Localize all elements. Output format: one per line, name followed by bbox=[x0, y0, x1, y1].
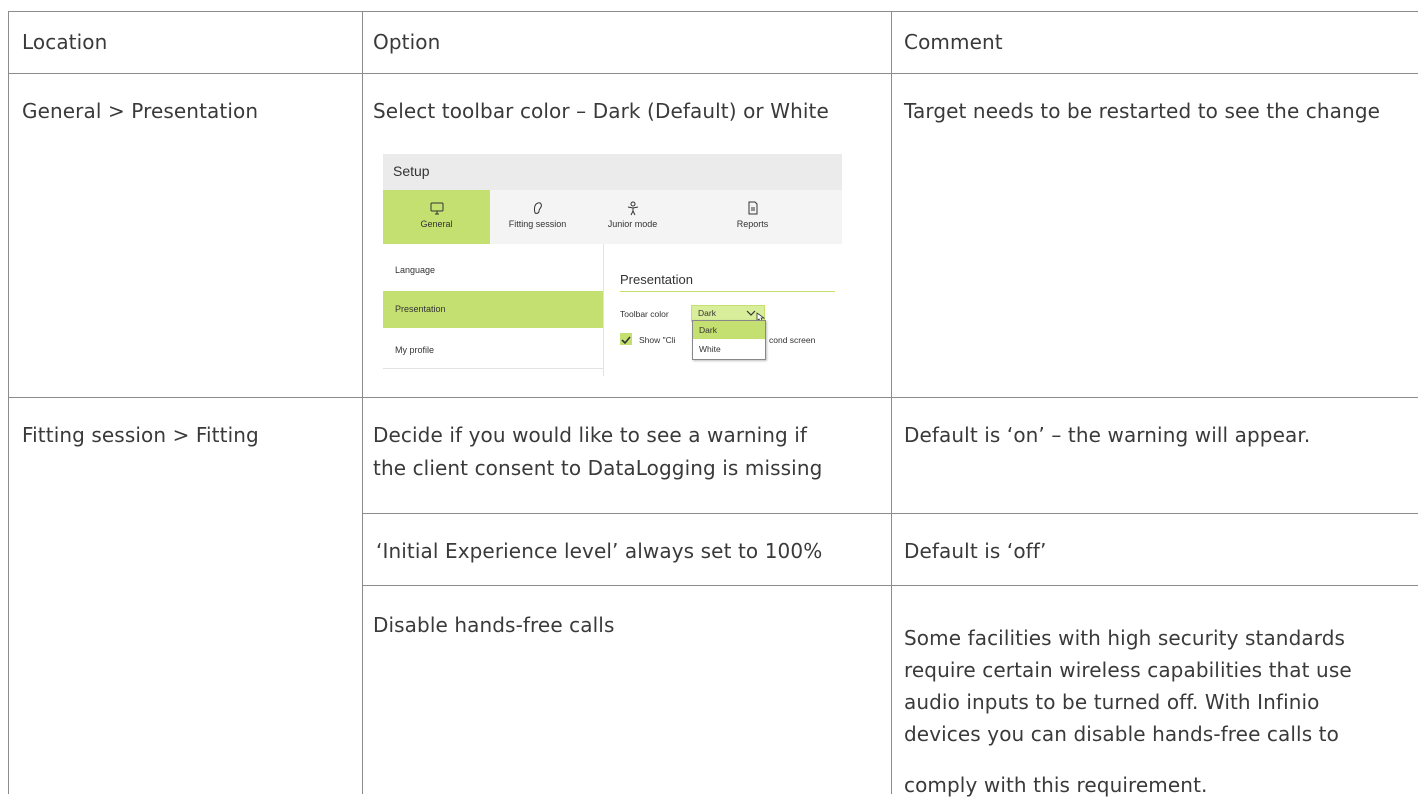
section-underline bbox=[620, 291, 835, 292]
table-cell-comment: Target needs to be restarted to see the … bbox=[904, 99, 1381, 123]
setup-title: Setup bbox=[393, 163, 430, 179]
table-cell-option: ‘Initial Experience level’ always set to… bbox=[376, 539, 823, 563]
tab-label: Reports bbox=[736, 219, 769, 229]
sidebar-item-label: Language bbox=[395, 265, 436, 275]
sidebar-divider bbox=[603, 244, 604, 376]
sidebar-item-label: My profile bbox=[395, 345, 435, 355]
row-divider bbox=[362, 585, 1418, 586]
row-divider bbox=[362, 513, 1418, 514]
header-row-divider bbox=[8, 73, 1418, 74]
table-cell-comment-line: require certain wireless capabilities th… bbox=[904, 658, 1352, 682]
table-cell-comment: Default is ‘off’ bbox=[904, 539, 1047, 563]
tab-label: General bbox=[420, 219, 453, 229]
column-divider bbox=[891, 11, 892, 794]
toolbar-color-label: Toolbar color bbox=[620, 309, 669, 319]
toolbar-color-dropdown: Dark White bbox=[692, 320, 766, 360]
sidebar-item-presentation[interactable]: Presentation bbox=[383, 291, 603, 328]
sidebar-item-label: Presentation bbox=[395, 304, 446, 314]
table-cell-comment: Default is ‘on’ – the warning will appea… bbox=[904, 423, 1311, 447]
tab-label: Fitting session bbox=[508, 219, 567, 229]
setup-screenshot: Setup General Fitting session Junior mod… bbox=[383, 154, 842, 376]
table-cell-option: Select toolbar color – Dark (Default) or… bbox=[373, 99, 829, 123]
tab-junior-mode[interactable]: Junior mode bbox=[585, 190, 680, 244]
show-checkbox[interactable] bbox=[620, 333, 632, 345]
child-icon bbox=[627, 201, 638, 216]
dropdown-option-dark[interactable]: Dark bbox=[693, 321, 765, 339]
table-cell-location: Fitting session > Fitting bbox=[22, 423, 259, 447]
table-border-left bbox=[8, 11, 9, 794]
tab-fitting-session[interactable]: Fitting session bbox=[490, 190, 585, 244]
table-cell-comment-line: devices you can disable hands-free calls… bbox=[904, 722, 1339, 746]
tab-label: Junior mode bbox=[607, 219, 658, 229]
document-icon bbox=[748, 201, 757, 215]
header-comment: Comment bbox=[904, 30, 1003, 54]
monitor-icon bbox=[430, 202, 443, 215]
tab-reports[interactable]: Reports bbox=[705, 190, 800, 244]
table-cell-comment-line: Some facilities with high security stand… bbox=[904, 626, 1346, 650]
ear-icon bbox=[533, 202, 542, 214]
column-divider bbox=[362, 11, 363, 794]
header-option: Option bbox=[373, 30, 441, 54]
table-cell-comment-line: audio inputs to be turned off. With Infi… bbox=[904, 690, 1320, 714]
table-cell-option: Disable hands-free calls bbox=[373, 613, 615, 637]
table-cell-option-line: Decide if you would like to see a warnin… bbox=[373, 423, 808, 447]
sidebar-divider bbox=[383, 368, 603, 369]
setup-title-bar: Setup bbox=[383, 154, 842, 190]
row-divider bbox=[8, 397, 1418, 398]
sidebar-item-my-profile[interactable]: My profile bbox=[383, 332, 603, 369]
second-screen-label: cond screen bbox=[769, 335, 816, 345]
table-cell-location: General > Presentation bbox=[22, 99, 259, 123]
checkmark-icon bbox=[621, 336, 631, 345]
select-value: Dark bbox=[698, 308, 716, 318]
tab-general[interactable]: General bbox=[383, 190, 490, 244]
setup-tab-bar: General Fitting session Junior mode Repo… bbox=[383, 190, 842, 244]
dropdown-option-label: Dark bbox=[699, 325, 717, 335]
section-title: Presentation bbox=[620, 272, 693, 287]
table-cell-comment-line: comply with this requirement. bbox=[904, 773, 1208, 797]
table-cell-option-line: the client consent to DataLogging is mis… bbox=[373, 456, 823, 480]
header-location: Location bbox=[22, 30, 108, 54]
table-border-top bbox=[8, 11, 1418, 12]
dropdown-option-white[interactable]: White bbox=[693, 340, 765, 358]
sidebar-item-language[interactable]: Language bbox=[383, 252, 603, 289]
dropdown-option-label: White bbox=[699, 344, 721, 354]
show-checkbox-label: Show "Cli bbox=[639, 335, 676, 345]
